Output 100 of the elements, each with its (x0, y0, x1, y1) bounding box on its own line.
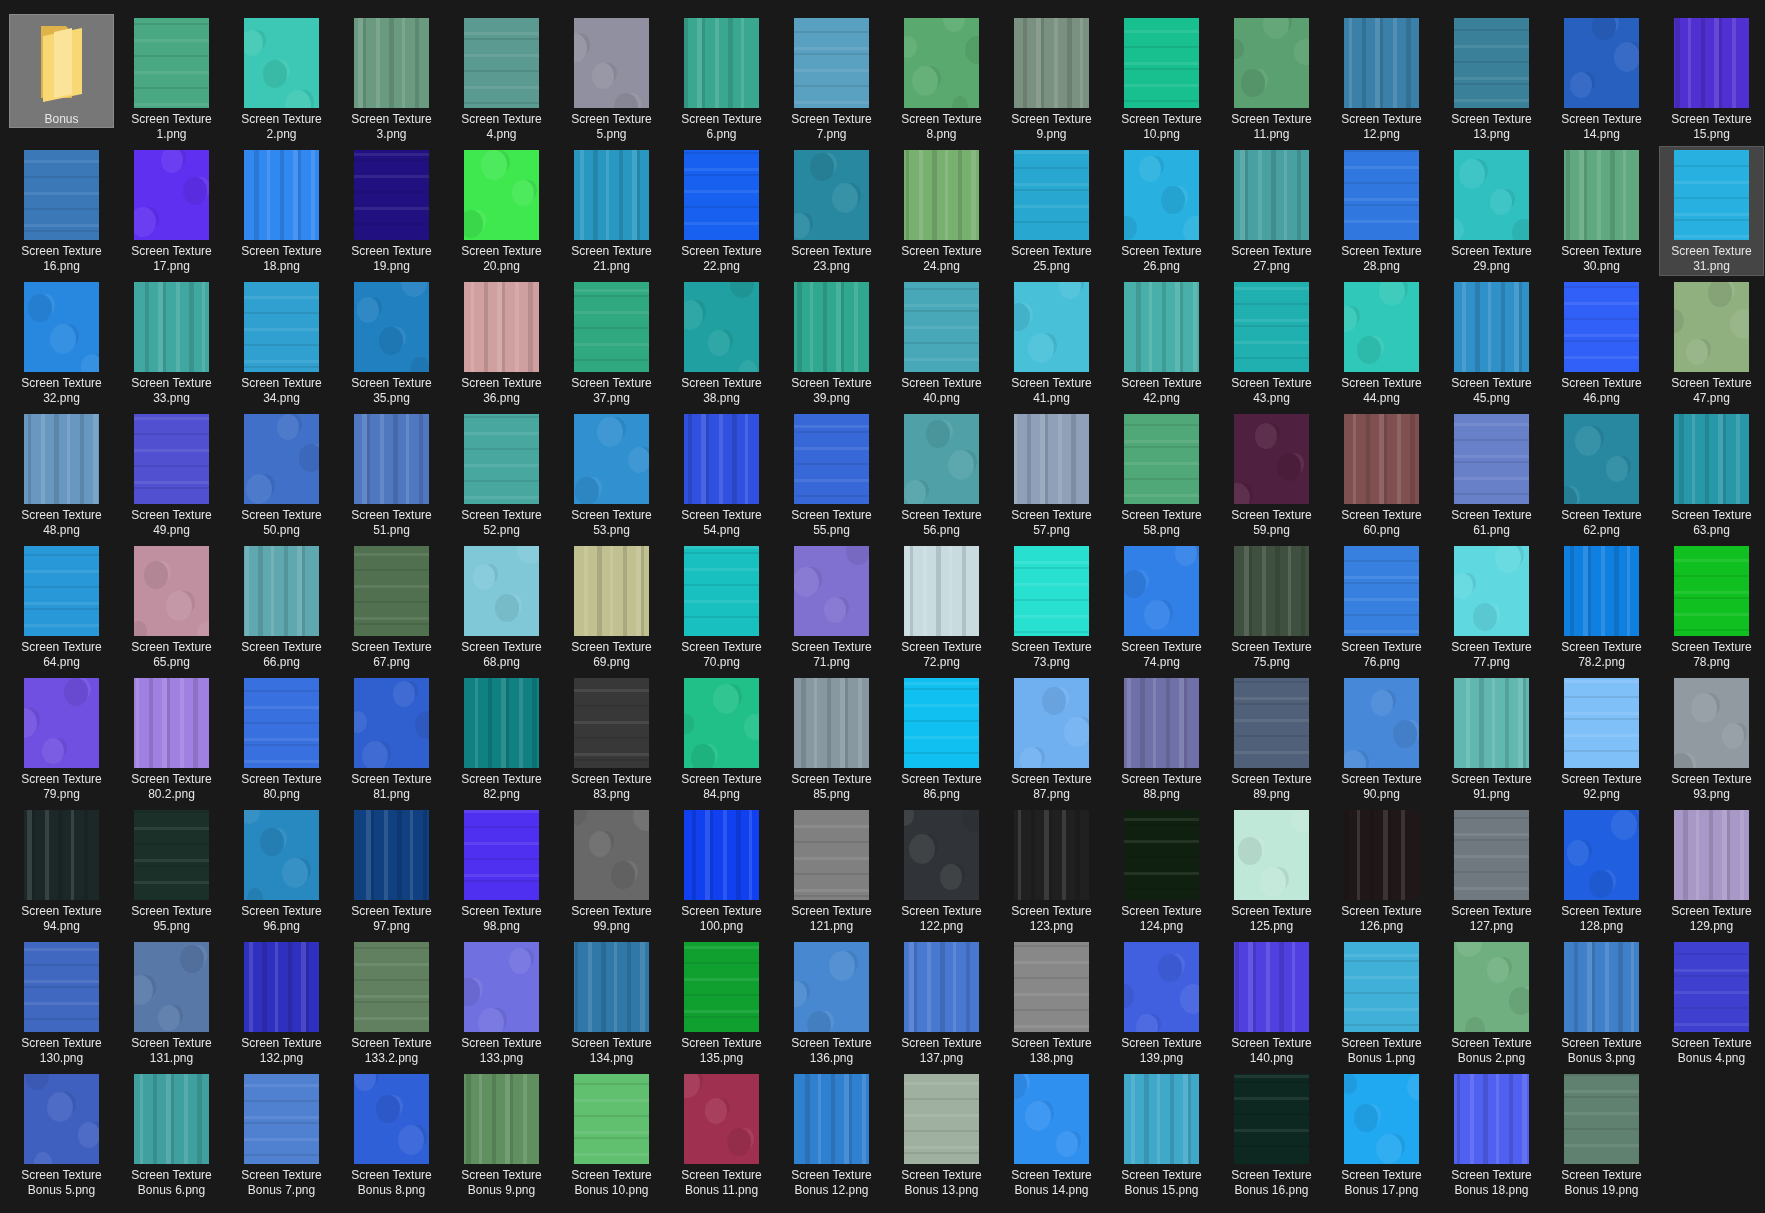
file-item[interactable]: Screen Texture 14.png (1549, 14, 1654, 144)
file-item[interactable]: Screen Texture 31.png (1659, 146, 1764, 276)
file-item[interactable]: Screen Texture 71.png (779, 542, 884, 672)
file-item[interactable]: Screen Texture 44.png (1329, 278, 1434, 408)
file-item[interactable]: Screen Texture 84.png (669, 674, 774, 804)
file-item[interactable]: Screen Texture 72.png (889, 542, 994, 672)
file-item[interactable]: Screen Texture Bonus 1.png (1329, 938, 1434, 1068)
file-item[interactable]: Screen Texture 19.png (339, 146, 444, 276)
file-item[interactable]: Screen Texture 13.png (1439, 14, 1544, 144)
file-item[interactable]: Screen Texture 69.png (559, 542, 664, 672)
file-item[interactable]: Screen Texture 40.png (889, 278, 994, 408)
file-item[interactable]: Screen Texture 36.png (449, 278, 554, 408)
file-item[interactable]: Screen Texture 25.png (999, 146, 1104, 276)
file-item[interactable]: Screen Texture 39.png (779, 278, 884, 408)
file-item[interactable]: Screen Texture 58.png (1109, 410, 1214, 540)
file-item[interactable]: Screen Texture Bonus 17.png (1329, 1070, 1434, 1200)
file-item[interactable]: Screen Texture 138.png (999, 938, 1104, 1068)
file-item[interactable]: Screen Texture 135.png (669, 938, 774, 1068)
file-item[interactable]: Screen Texture 121.png (779, 806, 884, 936)
file-item[interactable]: Screen Texture 7.png (779, 14, 884, 144)
file-item[interactable]: Screen Texture 52.png (449, 410, 554, 540)
file-item[interactable]: Screen Texture 70.png (669, 542, 774, 672)
file-item[interactable]: Screen Texture 97.png (339, 806, 444, 936)
file-item[interactable]: Screen Texture 76.png (1329, 542, 1434, 672)
file-item[interactable]: Screen Texture 133.png (449, 938, 554, 1068)
file-item[interactable]: Screen Texture 92.png (1549, 674, 1654, 804)
file-item[interactable]: Screen Texture Bonus 7.png (229, 1070, 334, 1200)
file-item[interactable]: Screen Texture 82.png (449, 674, 554, 804)
file-item[interactable]: Screen Texture 38.png (669, 278, 774, 408)
file-item[interactable]: Screen Texture 68.png (449, 542, 554, 672)
file-item[interactable]: Screen Texture 129.png (1659, 806, 1764, 936)
file-item[interactable]: Screen Texture 57.png (999, 410, 1104, 540)
file-item[interactable]: Screen Texture 20.png (449, 146, 554, 276)
file-item[interactable]: Screen Texture 26.png (1109, 146, 1214, 276)
file-item[interactable]: Screen Texture Bonus 2.png (1439, 938, 1544, 1068)
file-item[interactable]: Screen Texture 77.png (1439, 542, 1544, 672)
file-item[interactable]: Screen Texture 33.png (119, 278, 224, 408)
file-item[interactable]: Screen Texture 8.png (889, 14, 994, 144)
file-item[interactable]: Screen Texture 3.png (339, 14, 444, 144)
file-item[interactable]: Screen Texture 17.png (119, 146, 224, 276)
file-item[interactable]: Screen Texture 134.png (559, 938, 664, 1068)
file-item[interactable]: Screen Texture 78.png (1659, 542, 1764, 672)
file-item[interactable]: Screen Texture 81.png (339, 674, 444, 804)
file-item[interactable]: Screen Texture 49.png (119, 410, 224, 540)
file-item[interactable]: Screen Texture 35.png (339, 278, 444, 408)
file-item[interactable]: Screen Texture Bonus 8.png (339, 1070, 444, 1200)
file-item[interactable]: Screen Texture 22.png (669, 146, 774, 276)
file-item[interactable]: Screen Texture 86.png (889, 674, 994, 804)
file-item[interactable]: Screen Texture 78.2.png (1549, 542, 1654, 672)
file-item[interactable]: Screen Texture 24.png (889, 146, 994, 276)
file-item[interactable]: Screen Texture 42.png (1109, 278, 1214, 408)
file-item[interactable]: Screen Texture 80.2.png (119, 674, 224, 804)
file-item[interactable]: Screen Texture 126.png (1329, 806, 1434, 936)
file-item[interactable]: Bonus (9, 14, 114, 128)
file-item[interactable]: Screen Texture 56.png (889, 410, 994, 540)
file-item[interactable]: Screen Texture 47.png (1659, 278, 1764, 408)
file-item[interactable]: Screen Texture 96.png (229, 806, 334, 936)
file-item[interactable]: Screen Texture 11.png (1219, 14, 1324, 144)
file-item[interactable]: Screen Texture 87.png (999, 674, 1104, 804)
file-item[interactable]: Screen Texture 62.png (1549, 410, 1654, 540)
file-item[interactable]: Screen Texture 29.png (1439, 146, 1544, 276)
file-item[interactable]: Screen Texture 91.png (1439, 674, 1544, 804)
file-item[interactable]: Screen Texture 41.png (999, 278, 1104, 408)
file-item[interactable]: Screen Texture Bonus 6.png (119, 1070, 224, 1200)
file-item[interactable]: Screen Texture Bonus 14.png (999, 1070, 1104, 1200)
file-item[interactable]: Screen Texture 73.png (999, 542, 1104, 672)
file-item[interactable]: Screen Texture 127.png (1439, 806, 1544, 936)
file-item[interactable]: Screen Texture 67.png (339, 542, 444, 672)
file-item[interactable]: Screen Texture 34.png (229, 278, 334, 408)
file-item[interactable]: Screen Texture 10.png (1109, 14, 1214, 144)
file-item[interactable]: Screen Texture Bonus 5.png (9, 1070, 114, 1200)
file-item[interactable]: Screen Texture 4.png (449, 14, 554, 144)
file-item[interactable]: Screen Texture 21.png (559, 146, 664, 276)
file-item[interactable]: Screen Texture 63.png (1659, 410, 1764, 540)
file-item[interactable]: Screen Texture 99.png (559, 806, 664, 936)
file-item[interactable]: Screen Texture 18.png (229, 146, 334, 276)
file-item[interactable]: Screen Texture 2.png (229, 14, 334, 144)
file-item[interactable]: Screen Texture 48.png (9, 410, 114, 540)
file-item[interactable]: Screen Texture 60.png (1329, 410, 1434, 540)
file-item[interactable]: Screen Texture 6.png (669, 14, 774, 144)
file-item[interactable]: Screen Texture 100.png (669, 806, 774, 936)
file-item[interactable]: Screen Texture 59.png (1219, 410, 1324, 540)
file-item[interactable]: Screen Texture 94.png (9, 806, 114, 936)
file-item[interactable]: Screen Texture 50.png (229, 410, 334, 540)
file-item[interactable]: Screen Texture 74.png (1109, 542, 1214, 672)
file-item[interactable]: Screen Texture 65.png (119, 542, 224, 672)
file-item[interactable]: Screen Texture Bonus 16.png (1219, 1070, 1324, 1200)
file-item[interactable]: Screen Texture 61.png (1439, 410, 1544, 540)
file-item[interactable]: Screen Texture 30.png (1549, 146, 1654, 276)
file-item[interactable]: Screen Texture 5.png (559, 14, 664, 144)
file-item[interactable]: Screen Texture 125.png (1219, 806, 1324, 936)
file-item[interactable]: Screen Texture 136.png (779, 938, 884, 1068)
file-item[interactable]: Screen Texture 37.png (559, 278, 664, 408)
file-item[interactable]: Screen Texture 128.png (1549, 806, 1654, 936)
file-item[interactable]: Screen Texture 139.png (1109, 938, 1214, 1068)
file-item[interactable]: Screen Texture 23.png (779, 146, 884, 276)
file-item[interactable]: Screen Texture 15.png (1659, 14, 1764, 144)
file-item[interactable]: Screen Texture 133.2.png (339, 938, 444, 1068)
file-item[interactable]: Screen Texture 90.png (1329, 674, 1434, 804)
file-item[interactable]: Screen Texture Bonus 13.png (889, 1070, 994, 1200)
